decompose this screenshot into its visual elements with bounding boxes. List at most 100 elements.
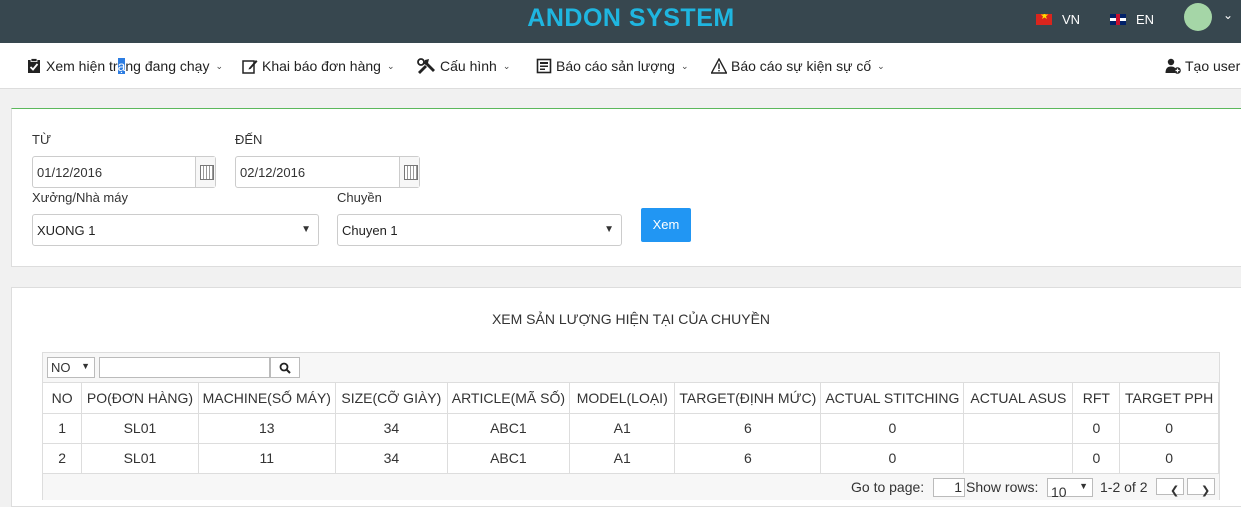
- column-header[interactable]: TARGET(ĐỊNH MỨC): [674, 383, 822, 414]
- main-nav: Xem hiện trạng đang chạy ⌄ Khai báo đơn …: [0, 43, 1241, 89]
- column-header[interactable]: MACHINE(SỐ MÁY): [198, 383, 336, 414]
- page-range: 1-2 of 2: [1100, 479, 1148, 495]
- column-header[interactable]: NO: [43, 383, 83, 414]
- next-page-button[interactable]: ❯: [1187, 478, 1215, 497]
- column-header[interactable]: TARGET PPH: [1119, 383, 1219, 414]
- to-date-input[interactable]: 02/12/2016: [235, 156, 420, 188]
- table-row[interactable]: 2 SL01 11 34 ABC1 A1 6 0 0 0: [43, 443, 1219, 474]
- to-date-value: 02/12/2016: [240, 165, 306, 180]
- nav-output-report[interactable]: Báo cáo sản lượng ⌄: [536, 58, 689, 74]
- table-cell: [963, 413, 1074, 444]
- table-cell: 1: [43, 413, 83, 444]
- line-value: Chuyen 1: [342, 223, 398, 238]
- language-vn[interactable]: VN: [1036, 12, 1080, 27]
- column-header[interactable]: RFT: [1072, 383, 1121, 414]
- table-cell: 0: [1072, 413, 1121, 444]
- clipboard-check-icon: [28, 58, 40, 73]
- calendar-icon[interactable]: [399, 157, 419, 187]
- chevron-down-icon: ▼: [301, 224, 311, 235]
- table-cell: ABC1: [447, 413, 571, 444]
- nav-config[interactable]: Cấu hình ⌄: [416, 58, 510, 74]
- table-cell: A1: [569, 443, 676, 474]
- chevron-down-icon: ⌄: [386, 60, 395, 71]
- chevron-down-icon[interactable]: ⌄: [1223, 8, 1233, 22]
- table-cell: 34: [335, 443, 448, 474]
- chevron-down-icon: ⌄: [680, 60, 689, 71]
- report-icon: [536, 58, 552, 74]
- nav-current-status[interactable]: Xem hiện trạng đang chạy ⌄: [26, 58, 223, 74]
- line-select[interactable]: Chuyen 1 ▼: [337, 214, 622, 246]
- from-label: TỪ: [32, 132, 52, 147]
- table-cell: 0: [820, 443, 965, 474]
- output-table: NO PO(ĐƠN HÀNG) MACHINE(SỐ MÁY) SIZE(CỠ …: [43, 383, 1219, 474]
- top-bar: ANDON SYSTEM VN EN ⌄: [0, 0, 1241, 43]
- nav-label: Cấu hình: [440, 58, 497, 74]
- column-header[interactable]: ACTUAL ASUS: [963, 383, 1074, 414]
- table-cell: 6: [674, 443, 822, 474]
- pager: Go to page: 1 Show rows: 10 ▼ 1-2 of 2 ❮…: [43, 473, 1219, 500]
- table-cell: 0: [820, 413, 965, 444]
- language-vn-label: VN: [1062, 12, 1081, 27]
- chevron-down-icon: ⌄: [215, 60, 224, 71]
- rows-per-page-value: 10: [1051, 484, 1067, 500]
- factory-select[interactable]: XUONG 1 ▼: [32, 214, 319, 246]
- table-cell: SL01: [81, 443, 199, 474]
- rows-per-page-select[interactable]: 10 ▼: [1047, 478, 1093, 500]
- create-user-button[interactable]: Tạo user: [1165, 58, 1240, 74]
- search-icon: [279, 362, 291, 374]
- grid-toolbar: NO ▼: [43, 353, 1219, 383]
- to-label: ĐẾN: [235, 132, 263, 147]
- page-number-input[interactable]: 1: [933, 478, 965, 497]
- table-cell: 34: [335, 413, 448, 444]
- prev-page-button[interactable]: ❮: [1156, 478, 1184, 497]
- warning-icon: [711, 58, 727, 74]
- column-header[interactable]: ARTICLE(MÃ SỐ): [447, 383, 571, 414]
- line-label: Chuyền: [337, 190, 382, 205]
- table-cell: 2: [43, 443, 83, 474]
- from-date-input[interactable]: 01/12/2016: [32, 156, 216, 188]
- chevron-down-icon: ▼: [81, 361, 90, 371]
- table-cell: ABC1: [447, 443, 571, 474]
- table-cell: 0: [1072, 443, 1121, 474]
- chevron-down-icon: ⌄: [502, 60, 511, 71]
- column-header[interactable]: PO(ĐƠN HÀNG): [81, 383, 199, 414]
- table-cell: 11: [198, 443, 336, 474]
- create-user-label: Tạo user: [1185, 58, 1241, 74]
- user-plus-icon: [1165, 58, 1181, 74]
- data-grid: NO ▼ NO PO(ĐƠN HÀNG) MACHINE(SỐ MÁY) SIZ…: [42, 352, 1220, 500]
- language-en-label: EN: [1136, 12, 1155, 27]
- view-button[interactable]: Xem: [641, 208, 691, 242]
- nav-order-declare[interactable]: Khai báo đơn hàng ⌄: [242, 58, 395, 74]
- tools-icon: [417, 58, 435, 74]
- factory-label: Xưởng/Nhà máy: [32, 190, 128, 205]
- nav-label: Báo cáo sản lượng: [556, 58, 675, 74]
- show-rows-label: Show rows:: [966, 479, 1039, 495]
- table-cell: SL01: [81, 413, 199, 444]
- nav-incident-report[interactable]: Báo cáo sự kiện sự cố ⌄: [711, 58, 885, 74]
- chevron-left-icon: ❮: [1170, 485, 1180, 497]
- table-cell: 0: [1119, 443, 1219, 474]
- calendar-icon[interactable]: [195, 157, 215, 187]
- column-header[interactable]: ACTUAL STITCHING: [820, 383, 965, 414]
- language-en[interactable]: EN: [1110, 12, 1154, 27]
- search-input[interactable]: [99, 357, 270, 378]
- table-cell: A1: [569, 413, 676, 444]
- column-header[interactable]: SIZE(CỠ GIÀY): [335, 383, 448, 414]
- chevron-down-icon: ⌄: [877, 60, 885, 71]
- uk-flag-icon: [1110, 14, 1126, 25]
- from-date-value: 01/12/2016: [37, 165, 103, 180]
- search-column-select[interactable]: NO ▼: [47, 357, 95, 378]
- goto-page-label: Go to page:: [851, 479, 925, 495]
- column-header[interactable]: MODEL(LOẠI): [569, 383, 676, 414]
- nav-label: Khai báo đơn hàng: [262, 58, 381, 74]
- factory-value: XUONG 1: [37, 223, 96, 238]
- vietnam-flag-icon: [1036, 14, 1052, 25]
- table-row[interactable]: 1 SL01 13 34 ABC1 A1 6 0 0 0: [43, 413, 1219, 444]
- avatar[interactable]: [1184, 3, 1212, 31]
- edit-icon: [242, 60, 258, 74]
- chevron-down-icon: ▼: [1079, 481, 1088, 491]
- table-cell: 13: [198, 413, 336, 444]
- search-column-value: NO: [51, 360, 71, 375]
- nav-label: Xem hiện trạng đang chạy: [46, 58, 210, 74]
- search-button[interactable]: [270, 357, 300, 378]
